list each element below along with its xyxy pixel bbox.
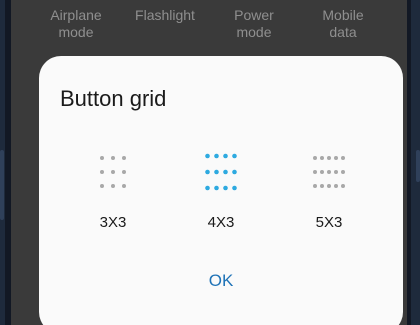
grid-option-label: 4X3 [207,214,235,231]
button-grid-dialog: Button grid 3X3 4X3 5X3 OK [39,56,403,325]
grid-dot [334,156,338,160]
grid-dot [111,184,115,188]
grid-dot [313,156,317,160]
grid-dot [111,170,115,174]
grid-dot [327,170,331,174]
grid-dot [100,170,104,174]
grid-dot [334,184,338,188]
grid-dot [223,153,228,159]
grid-dot [232,153,237,159]
grid-dot [205,153,210,159]
quick-setting-power-mode-label[interactable]: Power mode [209,7,299,41]
grid-dot [341,170,345,174]
grid-5x3-icon [313,156,345,188]
ok-button[interactable]: OK [191,266,251,296]
grid-dot [341,184,345,188]
grid-dot [320,184,324,188]
grid-dot [320,170,324,174]
grid-dot [313,184,317,188]
grid-dot [214,185,219,191]
grid-option-3x3[interactable]: 3X3 [68,148,158,238]
grid-dot [122,156,126,160]
dialog-title: Button grid [60,86,167,111]
quick-settings-labels: Airplane mode Flashlight Power mode Mobi… [11,0,407,45]
side-button-left [0,150,4,220]
quick-setting-mobile-data-label[interactable]: Mobile data [298,7,388,41]
quick-setting-flashlight-label[interactable]: Flashlight [120,7,210,24]
grid-option-label: 3X3 [99,214,127,231]
grid-option-5x3[interactable]: 5X3 [284,148,374,238]
grid-dot [327,156,331,160]
phone-screen: Airplane mode Flashlight Power mode Mobi… [11,0,407,325]
side-button-right [416,150,420,182]
phone-frame: Airplane mode Flashlight Power mode Mobi… [0,0,420,325]
grid-option-4x3[interactable]: 4X3 [176,148,266,238]
grid-dot [327,184,331,188]
grid-dot [205,169,210,175]
grid-dot [111,156,115,160]
grid-dot [313,170,317,174]
grid-dot [232,169,237,175]
grid-4x3-icon [205,153,237,191]
grid-dot [100,156,104,160]
grid-dot [100,184,104,188]
grid-dot [122,184,126,188]
grid-dot [232,185,237,191]
grid-dot [341,156,345,160]
grid-3x3-icon [100,156,126,188]
grid-dot [214,153,219,159]
quick-setting-airplane-mode-label[interactable]: Airplane mode [31,7,121,41]
grid-option-label: 5X3 [315,214,343,231]
grid-dot [205,185,210,191]
grid-dot [223,185,228,191]
grid-dot [223,169,228,175]
grid-dot [122,170,126,174]
grid-dot [214,169,219,175]
grid-dot [334,170,338,174]
grid-dot [320,156,324,160]
